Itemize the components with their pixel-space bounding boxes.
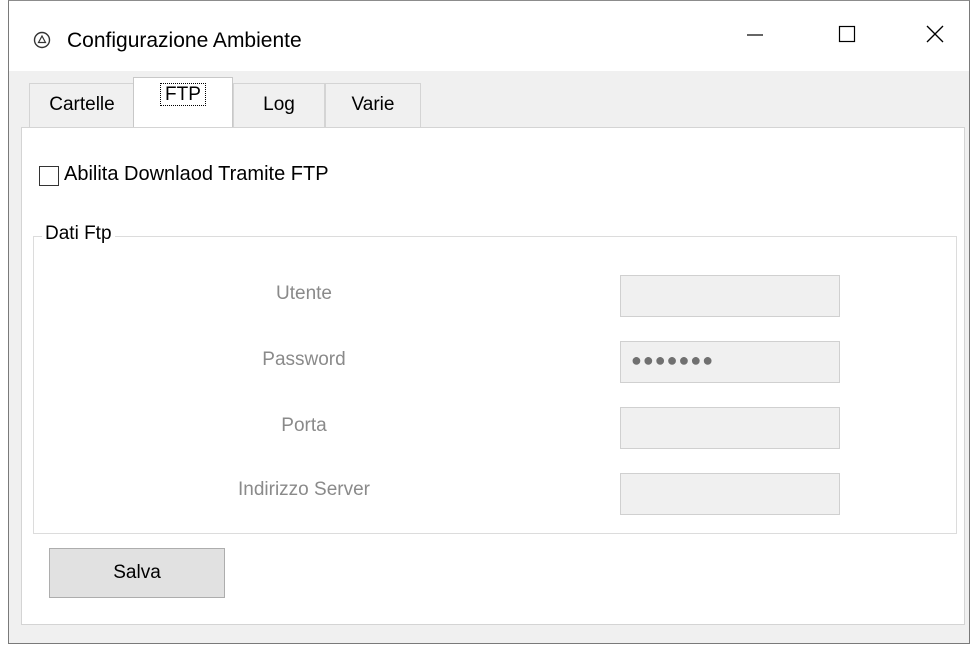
- tab-cartelle[interactable]: Cartelle: [29, 83, 135, 127]
- maximize-icon: [837, 24, 857, 49]
- config-window: Configurazione Ambiente Cartelle Log Var…: [8, 0, 970, 644]
- porta-label: Porta: [281, 415, 327, 436]
- maximize-button[interactable]: [801, 1, 893, 71]
- tab-label: Log: [263, 94, 295, 115]
- enable-ftp-checkbox[interactable]: [39, 166, 59, 186]
- utente-label: Utente: [276, 283, 332, 304]
- tab-label: Cartelle: [49, 94, 115, 115]
- tab-varie[interactable]: Varie: [325, 83, 421, 127]
- close-button[interactable]: [889, 1, 972, 71]
- password-input[interactable]: ●●●●●●●: [620, 341, 840, 383]
- ftp-data-group: Dati Ftp Utente Password ●●●●●●● Porta I…: [33, 223, 957, 534]
- app-icon: [33, 31, 51, 49]
- minimize-button[interactable]: [709, 1, 801, 71]
- utente-input[interactable]: [620, 275, 840, 317]
- title-bar[interactable]: Configurazione Ambiente: [9, 1, 969, 71]
- ftp-tab-panel: Abilita Downlaod Tramite FTP Dati Ftp Ut…: [21, 127, 965, 625]
- minimize-icon: [745, 24, 765, 49]
- enable-ftp-label[interactable]: Abilita Downlaod Tramite FTP: [64, 163, 329, 186]
- tab-log[interactable]: Log: [233, 83, 325, 127]
- save-button[interactable]: Salva: [49, 548, 225, 598]
- porta-input[interactable]: [620, 407, 840, 449]
- password-label: Password: [262, 349, 346, 370]
- tab-label: Varie: [351, 94, 395, 115]
- server-address-label: Indirizzo Server: [238, 479, 370, 500]
- close-icon: [925, 24, 945, 49]
- tab-ftp[interactable]: FTP: [133, 77, 233, 127]
- window-title: Configurazione Ambiente: [67, 29, 302, 52]
- tab-label: FTP: [160, 83, 206, 106]
- group-title: Dati Ftp: [42, 223, 115, 245]
- server-address-input[interactable]: [620, 473, 840, 515]
